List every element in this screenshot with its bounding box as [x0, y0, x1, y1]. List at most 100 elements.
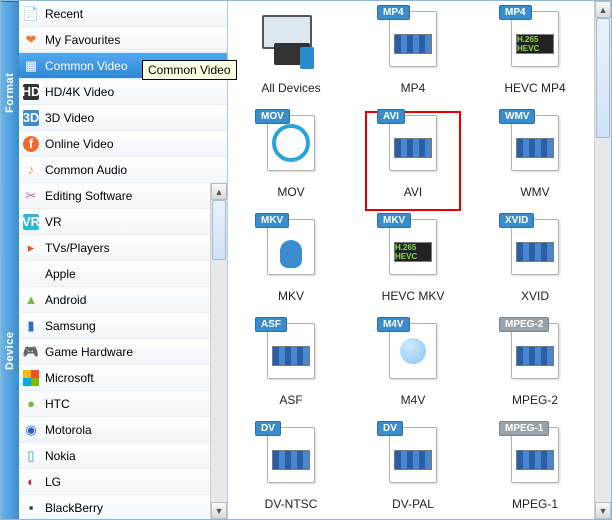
sidebar-item-htc[interactable]: ● HTC: [19, 391, 210, 417]
sidebar-item-hd-4k[interactable]: HDHD/4K Video: [19, 79, 227, 105]
sidebar-item-tvs-players-icon: ▸: [23, 240, 39, 256]
format-mov[interactable]: MOVMOV: [235, 109, 347, 213]
format-mkv[interactable]: MKV MKV: [235, 213, 347, 317]
format-hevc-mp4[interactable]: H.265 HEVCMP4HEVC MP4: [479, 5, 591, 109]
format-caption: MOV: [277, 185, 304, 199]
scroll-thumb[interactable]: [212, 200, 226, 260]
sidebar-item-vr-icon: VR: [23, 214, 39, 230]
sidebar-item-android[interactable]: ▲ Android: [19, 287, 210, 313]
format-caption: MPEG-2: [512, 393, 558, 407]
sidebar-item-motorola[interactable]: ◉Motorola: [19, 417, 210, 443]
sidebar-item-microsoft[interactable]: Microsoft: [19, 365, 210, 391]
sidebar-item-editing-software-icon: ✂: [23, 188, 39, 204]
format-avi-badge: AVI: [377, 109, 405, 124]
format-asf[interactable]: ASFASF: [235, 317, 347, 421]
sidebar-item-lg[interactable]: ◐ LG: [19, 469, 210, 495]
sidebar-item-label: Android: [45, 293, 206, 307]
scroll-track[interactable]: [211, 200, 227, 502]
format-mpeg1-badge: MPEG-1: [499, 421, 549, 436]
format-caption: All Devices: [261, 81, 320, 95]
format-mp4[interactable]: MP4MP4: [357, 5, 469, 109]
sidebar-item-label: Online Video: [45, 137, 223, 151]
format-caption: XVID: [521, 289, 549, 303]
format-hevc-mkv-icon: H.265 HEVCMKV: [383, 219, 443, 285]
format-xvid[interactable]: XVIDXVID: [479, 213, 591, 317]
format-mpeg1[interactable]: MPEG-1MPEG-1: [479, 421, 591, 519]
scroll-up-button[interactable]: ▲: [595, 1, 611, 18]
format-caption: HEVC MKV: [382, 289, 445, 303]
sidebar-item-label: Microsoft: [45, 371, 206, 385]
sidebar-item-label: VR: [45, 215, 206, 229]
scroll-up-button[interactable]: ▲: [211, 183, 227, 200]
scroll-down-button[interactable]: ▼: [595, 502, 611, 519]
sidebar-item-label: My Favourites: [45, 33, 223, 47]
sidebar-item-game-hardware[interactable]: 🎮Game Hardware: [19, 339, 210, 365]
sidebar-item-recent-icon: 📄: [23, 6, 39, 22]
sidebar-item-nokia[interactable]: ▯Nokia: [19, 443, 210, 469]
sidebar-item-vr[interactable]: VR VR: [19, 209, 210, 235]
format-tab[interactable]: Format: [1, 1, 19, 183]
format-dv-ntsc-badge: DV: [255, 421, 281, 436]
format-avi[interactable]: AVIAVI: [357, 109, 469, 213]
format-all-devices[interactable]: All Devices: [235, 5, 347, 109]
format-caption: HEVC MP4: [504, 81, 565, 95]
format-grid: All Devices MP4MP4H.265 HEVCMP4HEVC MP4 MO…: [232, 5, 594, 519]
sidebar-item-label: HTC: [45, 397, 206, 411]
scroll-down-button[interactable]: ▼: [211, 502, 227, 519]
format-avi-icon: AVI: [383, 115, 443, 181]
sidebar-item-label: TVs/Players: [45, 241, 206, 255]
sidebar-item-tvs-players[interactable]: ▸ TVs/Players: [19, 235, 210, 261]
sidebar-item-online-video[interactable]: f Online Video: [19, 131, 227, 157]
format-list: 📄Recent❤My Favourites▦Common VideoHDHD/4…: [19, 1, 227, 183]
app-window: Format 📄Recent❤My Favourites▦Common Vide…: [0, 0, 612, 520]
sidebar-item-label: Common Audio: [45, 163, 223, 177]
sidebar-item-samsung[interactable]: ▮ Samsung: [19, 313, 210, 339]
sidebar-item-blackberry[interactable]: ▪BlackBerry: [19, 495, 210, 519]
format-mpeg2[interactable]: MPEG-2 MPEG-2: [479, 317, 591, 421]
format-m4v-icon: M4V: [383, 323, 443, 389]
sidebar-item-apple[interactable]: Apple: [19, 261, 210, 287]
format-m4v[interactable]: M4VM4V: [357, 317, 469, 421]
format-dv-pal-badge: DV: [377, 421, 403, 436]
sidebar-item-label: Apple: [45, 267, 206, 281]
sidebar-item-recent[interactable]: 📄 Recent: [19, 1, 227, 27]
sidebar-item-favourites[interactable]: ❤ My Favourites: [19, 27, 227, 53]
format-mpeg1-icon: MPEG-1: [505, 427, 565, 493]
format-mp4-badge: MP4: [377, 5, 410, 20]
format-asf-icon: ASF: [261, 323, 321, 389]
sidebar-item-label: HD/4K Video: [45, 85, 223, 99]
device-scrollbar[interactable]: ▲ ▼: [210, 183, 227, 519]
sidebar-item-htc-icon: ●: [23, 396, 39, 412]
sidebar-item-lg-icon: ◐: [23, 474, 39, 490]
sidebar-item-label: LG: [45, 475, 206, 489]
sidebar-item-3d-video[interactable]: 3D3D Video: [19, 105, 227, 131]
device-tab[interactable]: Device: [1, 183, 19, 519]
format-m4v-badge: M4V: [377, 317, 410, 332]
sidebar-item-blackberry-icon: ▪: [23, 500, 39, 516]
sidebar-item-favourites-icon: ❤: [23, 32, 39, 48]
format-hevc-mkv[interactable]: H.265 HEVCMKV HEVC MKV: [357, 213, 469, 317]
sidebar-item-game-hardware-icon: 🎮: [23, 344, 39, 360]
sidebar-item-samsung-icon: ▮: [23, 318, 39, 334]
main-panel: All Devices MP4MP4H.265 HEVCMP4HEVC MP4 MO…: [228, 1, 611, 519]
sidebar-item-label: Samsung: [45, 319, 206, 333]
format-mpeg2-icon: MPEG-2: [505, 323, 565, 389]
sidebar-item-common-video-icon: ▦: [23, 58, 39, 74]
format-dv-ntsc-icon: DV: [261, 427, 321, 493]
main-scrollbar[interactable]: ▲ ▼: [594, 1, 611, 519]
format-caption: M4V: [401, 393, 426, 407]
sidebar-item-editing-software[interactable]: ✂Editing Software: [19, 183, 210, 209]
sidebar-item-android-icon: ▲: [23, 292, 39, 308]
format-dv-ntsc[interactable]: DV DV-NTSC: [235, 421, 347, 519]
format-caption: MKV: [278, 289, 304, 303]
sidebar-item-label: Recent: [45, 7, 223, 21]
format-dv-pal[interactable]: DVDV-PAL: [357, 421, 469, 519]
format-mkv-icon: MKV: [261, 219, 321, 285]
format-wmv[interactable]: WMVWMV: [479, 109, 591, 213]
format-caption: DV-NTSC: [265, 497, 318, 511]
sidebar-item-online-video-icon: f: [23, 136, 39, 152]
scroll-track[interactable]: [595, 18, 611, 502]
sidebar-item-common-audio[interactable]: ♪ Common Audio: [19, 157, 227, 183]
scroll-thumb[interactable]: [596, 18, 610, 138]
sidebar-item-common-audio-icon: ♪: [23, 162, 39, 178]
